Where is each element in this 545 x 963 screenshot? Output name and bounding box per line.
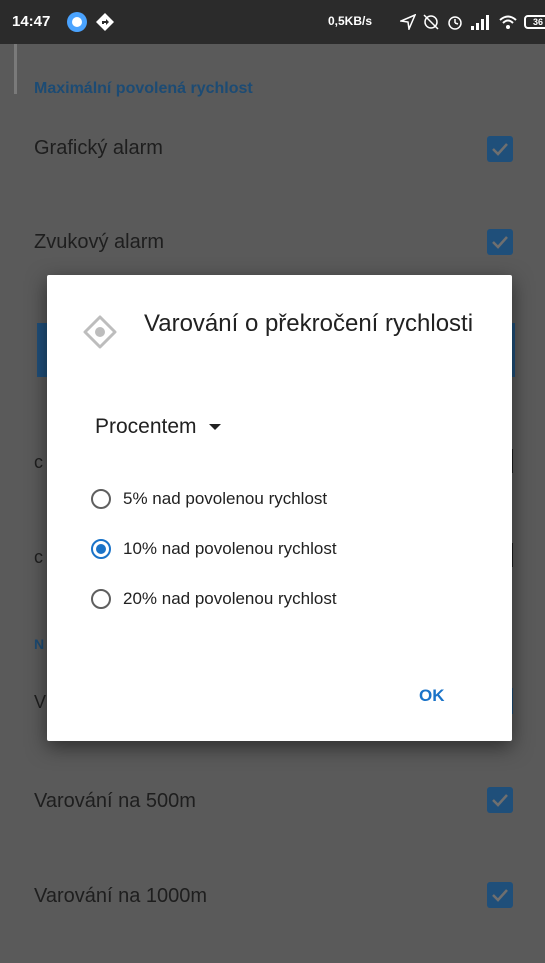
radio-5-percent[interactable] — [91, 489, 111, 509]
scrollbar[interactable] — [14, 44, 17, 94]
wifi-icon — [499, 15, 517, 29]
ok-button[interactable]: OK — [419, 686, 445, 706]
sync-off-icon — [423, 14, 439, 30]
app-notification-icon — [67, 12, 87, 32]
radio-20-percent[interactable] — [91, 589, 111, 609]
option-label: 5% nad povolenou rychlost — [123, 489, 328, 508]
signal-icon — [471, 15, 489, 30]
background-row-c2: c — [34, 547, 43, 567]
option-20-percent[interactable]: 20% nad povolenou rychlost — [91, 589, 337, 609]
location-icon — [400, 14, 416, 30]
mode-dropdown[interactable]: Procentem — [95, 415, 221, 439]
dropdown-arrow-icon — [208, 424, 221, 430]
warning-1000-label[interactable]: Varování na 1000m — [34, 885, 207, 908]
section-title-max-speed: Maximální povolená rychlost — [34, 80, 253, 97]
battery-icon: 36 — [524, 15, 545, 29]
status-icons: 36 — [400, 11, 545, 33]
dropdown-value: Procentem — [95, 415, 197, 438]
graphic-alarm-checkbox[interactable] — [487, 136, 513, 162]
speed-warning-dialog: Varování o překročení rychlosti Procente… — [47, 275, 512, 741]
status-bar: 14:47 0,5KB/s 36 — [0, 0, 545, 44]
sound-alarm-checkbox[interactable] — [487, 229, 513, 255]
option-label: 20% nad povolenou rychlost — [123, 589, 337, 608]
network-speed: 0,5KB/s — [328, 14, 373, 28]
warning-500-label[interactable]: Varování na 500m — [34, 790, 196, 813]
sound-alarm-label[interactable]: Zvukový alarm — [34, 231, 164, 254]
background-row-v: V — [34, 692, 47, 712]
warning-1000-checkbox[interactable] — [487, 882, 513, 908]
background-row-c1: c — [34, 452, 43, 472]
option-5-percent[interactable]: 5% nad povolenou rychlost — [91, 489, 327, 509]
option-10-percent[interactable]: 10% nad povolenou rychlost — [91, 539, 337, 559]
navigation-notification-icon — [95, 12, 115, 32]
dialog-title: Varování o překročení rychlosti — [144, 310, 474, 337]
speed-warning-icon — [83, 315, 117, 349]
graphic-alarm-label[interactable]: Grafický alarm — [34, 137, 163, 160]
radio-10-percent[interactable] — [91, 539, 111, 559]
status-time: 14:47 — [12, 13, 51, 30]
background-section-n: N — [34, 636, 45, 652]
option-label: 10% nad povolenou rychlost — [123, 539, 337, 558]
alarm-icon — [448, 16, 462, 30]
warning-500-checkbox[interactable] — [487, 787, 513, 813]
